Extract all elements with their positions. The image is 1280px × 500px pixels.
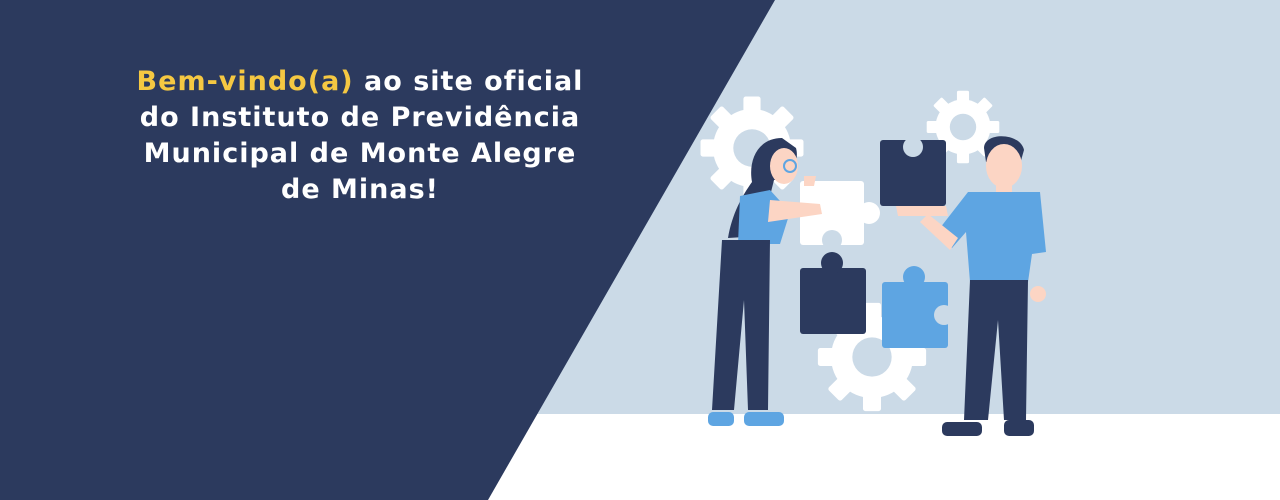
headline-highlight: Bem-vindo(a) <box>136 66 354 97</box>
puzzle-piece-icon <box>880 137 946 206</box>
headline-line-3: Municipal de Monte Alegre <box>143 138 577 169</box>
hero-banner: Bem-vindo(a) ao site oficial do Institut… <box>0 0 1280 500</box>
headline-line-2: do Instituto de Previdência <box>139 102 581 133</box>
headline-line-1: ao site oficial <box>353 66 584 97</box>
headline-line-4: de Minas! <box>281 174 439 205</box>
welcome-headline: Bem-vindo(a) ao site oficial do Institut… <box>60 64 660 208</box>
